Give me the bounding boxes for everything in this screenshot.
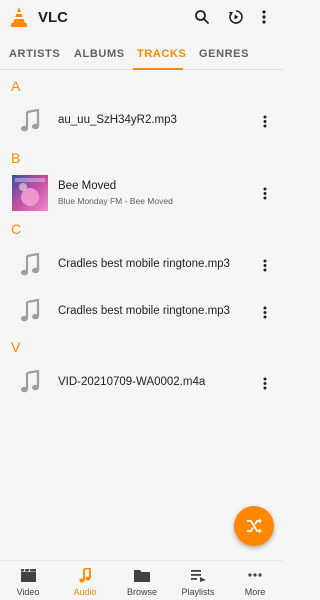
track-title: Cradles best mobile ringtone.mp3 (58, 258, 230, 270)
album-art (12, 175, 48, 211)
folder-icon (134, 568, 150, 582)
more-vert-icon (263, 115, 267, 127)
search-icon (195, 10, 210, 25)
tab-albums[interactable]: ALBUMS (74, 48, 125, 60)
track-more-button[interactable] (259, 113, 271, 129)
section-header-a: A (11, 78, 21, 94)
nav-video[interactable]: Video (0, 563, 56, 599)
track-row[interactable]: Bee Moved Blue Monday FM - Bee Moved (0, 172, 283, 216)
track-row[interactable]: au_uu_SzH34yR2.mp3 (0, 99, 283, 143)
more-vert-icon (263, 306, 267, 318)
nav-audio[interactable]: Audio (57, 563, 113, 599)
tab-tracks[interactable]: TRACKS (137, 48, 186, 60)
section-header-v: V (11, 339, 21, 355)
more-horiz-icon (247, 568, 263, 582)
bottom-navigation: Video Audio Browse Playlists More (0, 560, 283, 600)
section-header-b: B (11, 150, 21, 166)
history-icon (229, 10, 243, 24)
nav-label: Audio (73, 587, 97, 597)
overflow-menu-button[interactable] (258, 8, 270, 26)
nav-label: Browse (126, 587, 157, 597)
app-bar: VLC (0, 0, 283, 36)
track-row[interactable]: Cradles best mobile ringtone.mp3 (0, 243, 283, 287)
music-note-icon (12, 293, 48, 329)
history-button[interactable] (227, 8, 245, 26)
section-header-c: C (11, 221, 22, 237)
nav-label: More (244, 587, 266, 597)
track-title: au_uu_SzH34yR2.mp3 (58, 114, 177, 126)
music-note-icon (77, 567, 93, 582)
track-subtitle: Blue Monday FM - Bee Moved (58, 196, 173, 206)
vlc-logo-icon (10, 6, 28, 28)
app-title: VLC (38, 9, 68, 26)
nav-label: Playlists (181, 587, 215, 597)
track-row[interactable]: Cradles best mobile ringtone.mp3 (0, 289, 283, 333)
track-title: Bee Moved (58, 180, 117, 192)
shuffle-button[interactable] (234, 506, 274, 546)
music-note-icon (12, 247, 48, 283)
music-note-icon (12, 364, 48, 400)
track-more-button[interactable] (259, 185, 271, 201)
track-more-button[interactable] (259, 257, 271, 273)
video-icon (20, 568, 36, 582)
shuffle-icon (247, 518, 262, 534)
nav-label: Video (16, 587, 40, 597)
nav-browse[interactable]: Browse (114, 563, 170, 599)
tab-artists[interactable]: ARTISTS (9, 48, 60, 60)
nav-more[interactable]: More (227, 563, 283, 599)
more-vert-icon (263, 377, 267, 389)
search-button[interactable] (193, 8, 211, 26)
track-more-button[interactable] (259, 375, 271, 391)
track-row[interactable]: VID-20210709-WA0002.m4a (0, 360, 283, 404)
nav-playlists[interactable]: Playlists (170, 563, 226, 599)
tab-bar: ARTISTS ALBUMS TRACKS GENRES (0, 40, 283, 70)
more-vert-icon (263, 187, 267, 199)
tab-genres[interactable]: GENRES (199, 48, 249, 60)
music-note-icon (12, 103, 48, 139)
overflow-menu-icon (262, 10, 266, 24)
track-title: Cradles best mobile ringtone.mp3 (58, 305, 230, 317)
track-more-button[interactable] (259, 304, 271, 320)
more-vert-icon (263, 259, 267, 271)
playlist-icon (190, 568, 206, 582)
active-tab-indicator (133, 68, 183, 70)
track-title: VID-20210709-WA0002.m4a (58, 376, 206, 388)
